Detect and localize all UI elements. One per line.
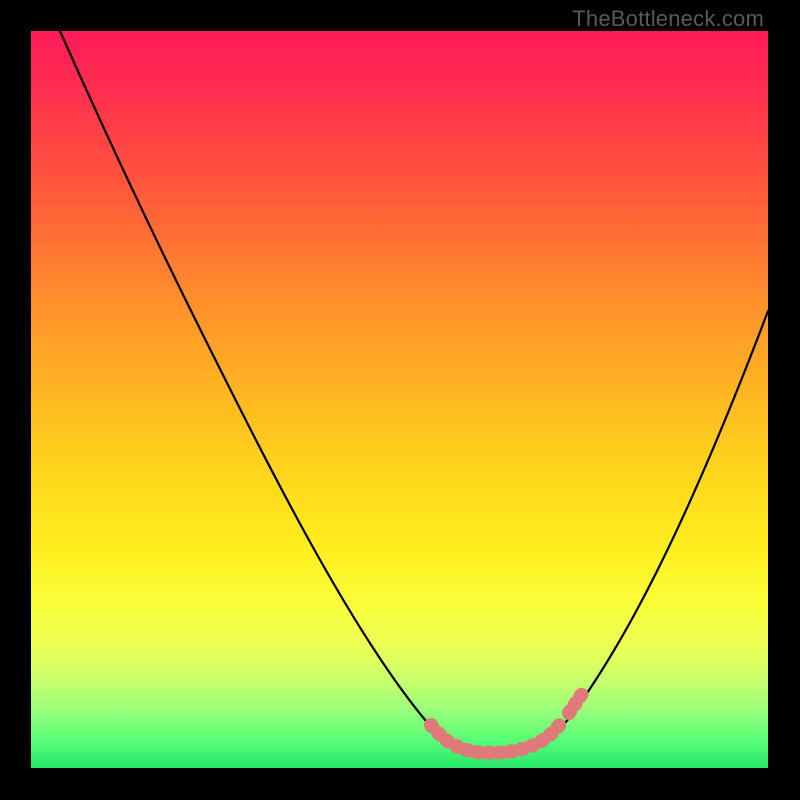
watermark-text: TheBottleneck.com: [572, 6, 764, 32]
highlight-segment: [431, 723, 561, 753]
chart-frame: TheBottleneck.com: [0, 0, 800, 800]
bottleneck-curve: [60, 31, 768, 753]
highlight-blob-right: [569, 691, 584, 713]
curve-layer: [31, 31, 768, 768]
